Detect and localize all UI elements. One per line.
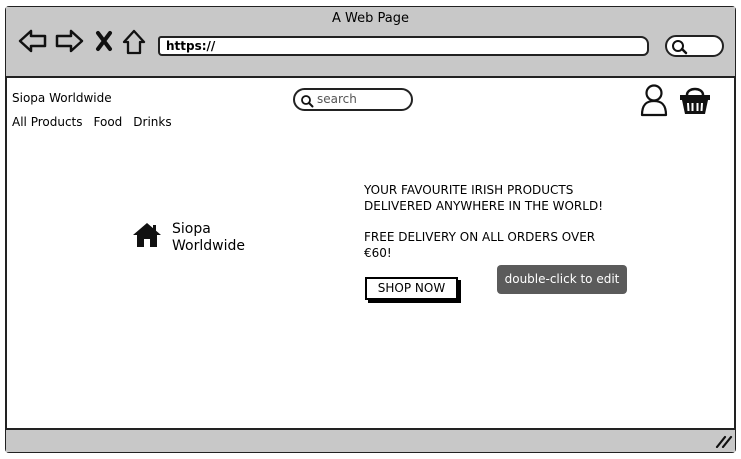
resize-grip-icon[interactable] (715, 434, 733, 448)
search-input[interactable]: search (293, 88, 413, 111)
basket-icon[interactable] (678, 84, 712, 116)
search-icon (672, 40, 688, 55)
promo-line2: €60! (364, 246, 392, 260)
hero-logo-line2: Worldwide (172, 238, 245, 254)
headline-line2: DELIVERED ANYWHERE IN THE WORLD! (364, 199, 603, 213)
back-icon[interactable] (18, 28, 48, 54)
headline-line1: YOUR FAVOURITE IRISH PRODUCTS (364, 183, 574, 197)
shop-now-button[interactable]: SHOP NOW (365, 277, 458, 300)
nav-all-products[interactable]: All Products (12, 115, 83, 129)
hero-logo-line1: Siopa (172, 221, 211, 237)
house-logo-icon (133, 223, 161, 247)
forward-icon[interactable] (54, 28, 84, 54)
hero-copy: YOUR FAVOURITE IRISH PRODUCTS DELIVERED … (364, 182, 634, 261)
site-brand[interactable]: Siopa Worldwide (12, 91, 112, 105)
nav-food[interactable]: Food (94, 115, 123, 129)
toolbar-divider (6, 76, 735, 78)
search-placeholder: search (317, 92, 357, 106)
search-go-button[interactable] (665, 35, 724, 57)
close-icon[interactable] (95, 28, 113, 54)
user-icon[interactable] (639, 83, 669, 117)
promo-line1: FREE DELIVERY ON ALL ORDERS OVER (364, 230, 596, 244)
nav-drinks[interactable]: Drinks (133, 115, 171, 129)
edit-tooltip: double-click to edit (497, 265, 627, 294)
hero-logo-text: Siopa Worldwide (172, 221, 245, 255)
address-bar[interactable]: https:// (158, 36, 649, 56)
home-icon[interactable] (121, 28, 147, 56)
window-title: A Web Page (332, 11, 409, 26)
search-icon (301, 95, 314, 108)
status-bar (6, 428, 735, 452)
main-nav: All Products Food Drinks (12, 115, 172, 129)
